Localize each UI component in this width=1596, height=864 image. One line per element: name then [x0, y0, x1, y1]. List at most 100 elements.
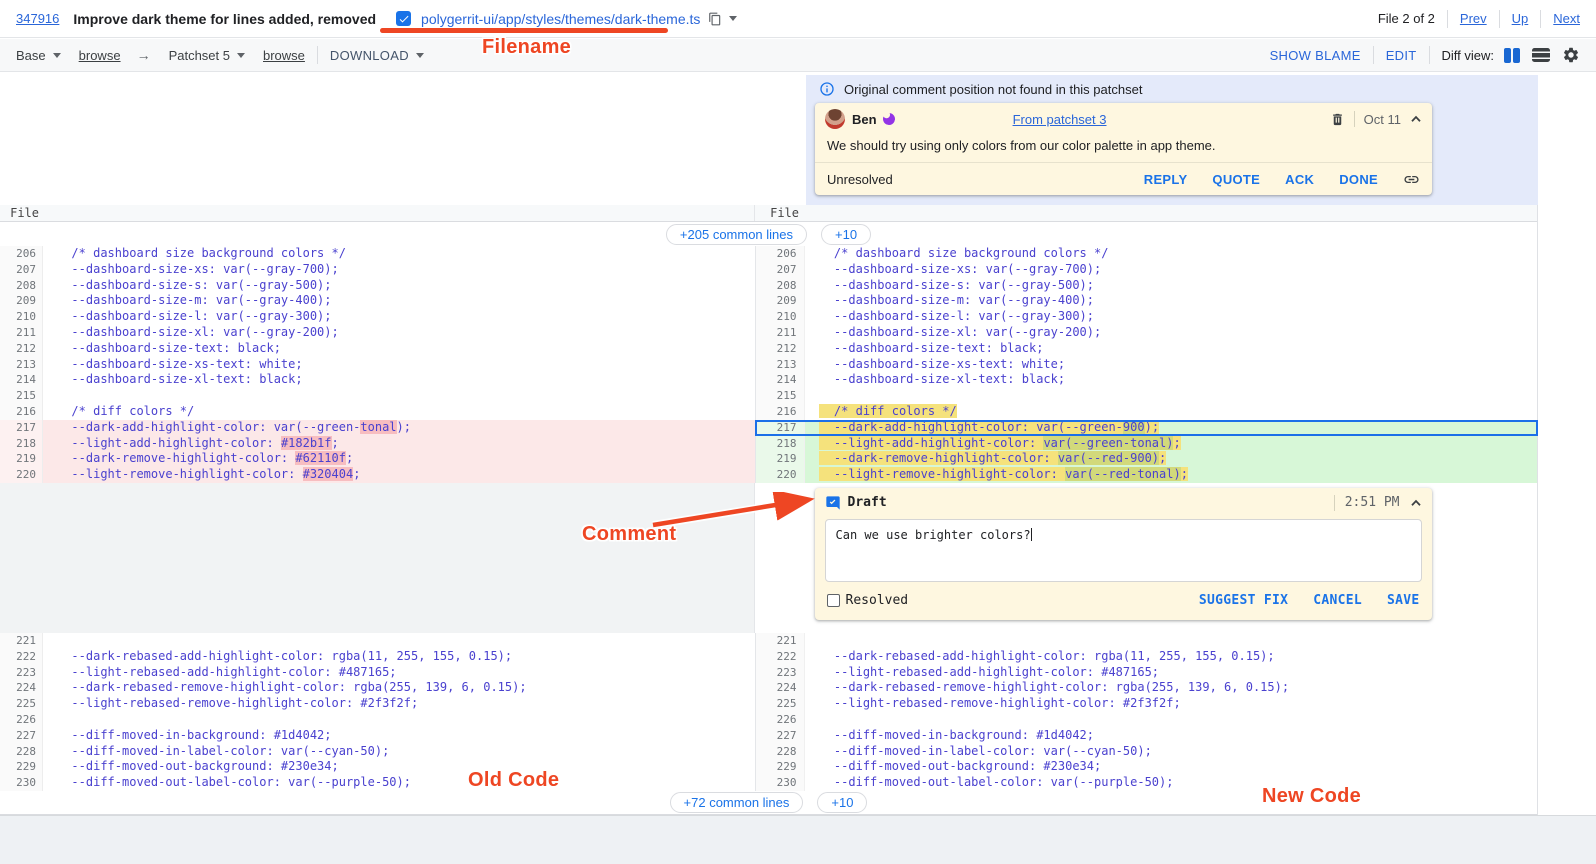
line-number-right[interactable]: 218	[755, 436, 806, 452]
line-number-left[interactable]: 212	[0, 341, 43, 357]
reply-button[interactable]: REPLY	[1144, 172, 1188, 187]
line-number-right[interactable]: 227	[755, 728, 806, 744]
line-number-right[interactable]: 219	[755, 451, 806, 467]
line-number-right[interactable]: 224	[755, 680, 806, 696]
done-button[interactable]: DONE	[1339, 172, 1378, 187]
diff-row-224: 224 --dark-rebased-remove-highlight-colo…	[0, 680, 1537, 696]
line-number-right[interactable]: 216	[755, 404, 806, 420]
file-dropdown-caret-icon[interactable]	[729, 16, 737, 21]
delete-comment-icon[interactable]	[1330, 112, 1345, 127]
download-dropdown[interactable]: DOWNLOAD	[330, 48, 424, 63]
side-by-side-view-icon[interactable]	[1504, 48, 1520, 63]
ack-button[interactable]: ACK	[1285, 172, 1314, 187]
expand-common-lines-button[interactable]: +205 common lines	[666, 224, 807, 245]
line-number-right[interactable]: 222	[755, 649, 806, 665]
base-patchset-dropdown[interactable]: Base	[16, 48, 61, 63]
suggest-fix-button[interactable]: SUGGEST FIX	[1199, 593, 1288, 608]
line-number-right[interactable]: 229	[755, 759, 806, 775]
unified-view-icon[interactable]	[1532, 48, 1550, 62]
line-number-right[interactable]: 213	[755, 357, 806, 373]
code-line-right: --dark-remove-highlight-color: var(--red…	[805, 451, 1537, 467]
quote-button[interactable]: QUOTE	[1212, 172, 1260, 187]
up-link[interactable]: Up	[1512, 11, 1529, 26]
line-number-left[interactable]: 210	[0, 309, 43, 325]
comment-padding-filler	[0, 483, 755, 633]
code-line-right: --dashboard-size-l: var(--gray-300);	[805, 309, 1537, 325]
copy-path-icon[interactable]	[708, 12, 722, 26]
line-number-left[interactable]: 220	[0, 467, 43, 483]
line-number-left[interactable]: 223	[0, 665, 43, 681]
collapse-chevron-icon[interactable]	[1410, 115, 1422, 123]
browse-patchset-link[interactable]: browse	[263, 48, 305, 63]
line-number-right[interactable]: 226	[755, 712, 806, 728]
code-line-right: --diff-moved-in-label-color: var(--cyan-…	[805, 744, 1537, 760]
line-number-right[interactable]: 223	[755, 665, 806, 681]
diff-preferences-gear-icon[interactable]	[1562, 46, 1580, 64]
cancel-button[interactable]: CANCEL	[1313, 593, 1362, 608]
patchset-dropdown[interactable]: Patchset 5	[169, 48, 245, 63]
diff-row-221: 221 221	[0, 633, 1537, 649]
next-file-link[interactable]: Next	[1553, 11, 1580, 26]
line-number-right[interactable]: 211	[755, 325, 806, 341]
line-number-left[interactable]: 208	[0, 278, 43, 294]
line-number-left[interactable]: 226	[0, 712, 43, 728]
browse-base-link[interactable]: browse	[79, 48, 121, 63]
line-number-right[interactable]: 207	[755, 262, 806, 278]
code-line-left: --diff-moved-in-background: #1d4042;	[43, 728, 755, 744]
show-blame-button[interactable]: SHOW BLAME	[1270, 48, 1361, 63]
line-number-left[interactable]: 213	[0, 357, 43, 373]
code-line-left: --dashboard-size-xs-text: white;	[43, 357, 755, 373]
diff-row-226: 226 226	[0, 712, 1537, 728]
line-number-left[interactable]: 219	[0, 451, 43, 467]
edit-button[interactable]: EDIT	[1386, 48, 1417, 63]
diff-row-207: 207 --dashboard-size-xs: var(--gray-700)…	[0, 262, 1537, 278]
line-number-right[interactable]: 225	[755, 696, 806, 712]
line-number-right[interactable]: 221	[755, 633, 806, 649]
line-number-left[interactable]: 218	[0, 436, 43, 452]
expand-common-lines-button[interactable]: +72 common lines	[670, 792, 804, 813]
line-number-right[interactable]: 230	[755, 775, 806, 791]
reviewed-checkbox[interactable]	[396, 11, 411, 26]
comment-footer: Unresolved REPLY QUOTE ACK DONE	[815, 162, 1432, 195]
collapse-chevron-icon[interactable]	[1410, 499, 1422, 507]
line-number-right[interactable]: 208	[755, 278, 806, 294]
draft-textarea[interactable]: Can we use brighter colors?	[825, 519, 1422, 582]
from-patchset-link[interactable]: From patchset 3	[1013, 112, 1107, 127]
code-line-right: --dashboard-size-m: var(--gray-400);	[805, 293, 1537, 309]
line-number-left[interactable]: 225	[0, 696, 43, 712]
line-number-left[interactable]: 215	[0, 388, 43, 404]
banner-text: Original comment position not found in t…	[844, 82, 1142, 97]
line-number-right[interactable]: 217	[755, 420, 806, 436]
line-number-right[interactable]: 212	[755, 341, 806, 357]
line-number-left[interactable]: 217	[0, 420, 43, 436]
line-number-left[interactable]: 216	[0, 404, 43, 420]
line-number-right[interactable]: 215	[755, 388, 806, 404]
line-number-left[interactable]: 222	[0, 649, 43, 665]
file-path-link[interactable]: polygerrit-ui/app/styles/themes/dark-the…	[421, 11, 700, 27]
line-number-left[interactable]: 227	[0, 728, 43, 744]
copy-link-icon[interactable]	[1403, 171, 1420, 188]
line-number-left[interactable]: 206	[0, 246, 43, 262]
line-number-left[interactable]: 224	[0, 680, 43, 696]
code-line-right: --dashboard-size-xl-text: black;	[805, 372, 1537, 388]
line-number-left[interactable]: 230	[0, 775, 43, 791]
line-number-right[interactable]: 209	[755, 293, 806, 309]
save-button[interactable]: SAVE	[1387, 593, 1420, 608]
line-number-left[interactable]: 228	[0, 744, 43, 760]
line-number-left[interactable]: 229	[0, 759, 43, 775]
line-number-left[interactable]: 207	[0, 262, 43, 278]
change-number-link[interactable]: 347916	[16, 11, 59, 26]
expand-ten-lines-button[interactable]: +10	[817, 792, 867, 813]
line-number-right[interactable]: 210	[755, 309, 806, 325]
line-number-left[interactable]: 221	[0, 633, 43, 649]
line-number-right[interactable]: 220	[755, 467, 806, 483]
line-number-right[interactable]: 206	[755, 246, 806, 262]
resolved-checkbox[interactable]	[827, 594, 840, 607]
expand-ten-lines-button[interactable]: +10	[821, 224, 871, 245]
line-number-left[interactable]: 211	[0, 325, 43, 341]
line-number-right[interactable]: 214	[755, 372, 806, 388]
line-number-left[interactable]: 214	[0, 372, 43, 388]
line-number-left[interactable]: 209	[0, 293, 43, 309]
prev-file-link[interactable]: Prev	[1460, 11, 1487, 26]
line-number-right[interactable]: 228	[755, 744, 806, 760]
